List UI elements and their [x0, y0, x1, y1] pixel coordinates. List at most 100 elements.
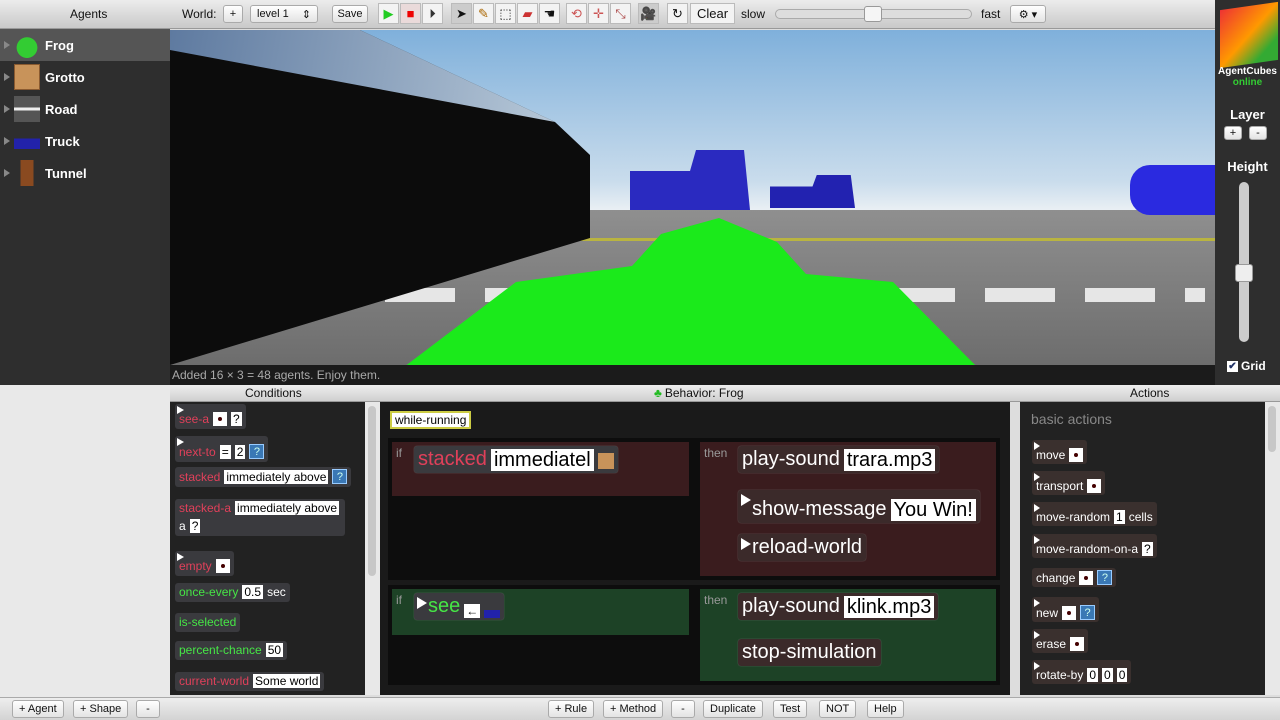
expand-icon[interactable]	[4, 73, 10, 81]
direction-dot[interactable]	[1069, 448, 1084, 462]
eraser-icon[interactable]: ▰	[517, 3, 538, 24]
cells-input[interactable]: 1	[1114, 510, 1125, 524]
sound-select[interactable]: trara.mp3	[843, 449, 936, 471]
expand-triangle-icon[interactable]	[177, 553, 184, 561]
world-select[interactable]: Some world	[253, 674, 321, 688]
expand-triangle-icon[interactable]	[1034, 599, 1040, 607]
action-play-sound[interactable]: play-sound klink.mp3	[738, 593, 939, 620]
help-button[interactable]: Help	[867, 700, 904, 718]
expand-icon[interactable]	[4, 105, 10, 113]
agent-slot[interactable]: ?	[1080, 605, 1096, 620]
number-input[interactable]: 2	[234, 445, 246, 459]
add-agent-button[interactable]: + Agent	[12, 700, 64, 718]
condition-percent-chance[interactable]: percent-chance 50	[175, 641, 288, 660]
action-new[interactable]: new?	[1032, 597, 1100, 622]
operator-select[interactable]: =	[219, 445, 231, 459]
condition-empty[interactable]: empty	[175, 551, 234, 576]
scrollbar-thumb[interactable]	[368, 406, 376, 576]
expand-icon[interactable]	[4, 41, 10, 49]
duplicate-button[interactable]: Duplicate	[703, 700, 763, 718]
expand-triangle-icon[interactable]	[177, 438, 184, 446]
add-method-button[interactable]: + Method	[603, 700, 664, 718]
expand-triangle-icon[interactable]	[1034, 631, 1040, 639]
speed-slider-thumb[interactable]	[864, 6, 882, 22]
rule-1[interactable]: if stacked immediatel then play-sound trar…	[388, 438, 1000, 580]
agent-item-truck[interactable]: Truck	[0, 125, 170, 157]
direction-dot[interactable]	[215, 559, 230, 573]
rotate-z-input[interactable]: 0	[1116, 668, 1128, 682]
action-rotate-by[interactable]: rotate-by 0 0 0	[1032, 660, 1132, 684]
level-select[interactable]: level 1 ⇕	[250, 5, 318, 23]
grid-toggle[interactable]: ✔ Grid	[1227, 359, 1266, 373]
expand-triangle-icon[interactable]	[417, 597, 427, 609]
condition-stacked[interactable]: stacked immediatel	[414, 446, 618, 473]
step-icon[interactable]: ⏵	[422, 3, 443, 24]
height-slider[interactable]	[1235, 182, 1253, 342]
sound-select[interactable]: klink.mp3	[843, 596, 935, 618]
agent-item-frog[interactable]: Frog	[0, 29, 170, 61]
agent-item-road[interactable]: Road	[0, 93, 170, 125]
grotto-icon[interactable]	[597, 453, 614, 469]
action-move-random-on-a[interactable]: move-random-on-a?	[1032, 534, 1157, 558]
action-reload-world[interactable]: reload-world	[738, 534, 867, 561]
expand-triangle-icon[interactable]	[1034, 473, 1040, 481]
stacked-select[interactable]: immediately above	[235, 501, 340, 515]
condition-current-world[interactable]: current-world Some world	[175, 672, 325, 691]
hand-icon[interactable]: ☚	[539, 3, 560, 24]
add-rule-button[interactable]: + Rule	[548, 700, 595, 718]
interval-input[interactable]: 0.5	[242, 585, 264, 599]
expand-triangle-icon[interactable]	[1034, 536, 1040, 544]
reset-icon[interactable]: ↻	[667, 3, 688, 24]
scale-icon[interactable]: ⤡	[610, 3, 631, 24]
action-transport[interactable]: transport	[1032, 471, 1106, 495]
truck-agent[interactable]	[1130, 165, 1215, 215]
condition-once-every[interactable]: once-every 0.5 sec	[175, 583, 290, 602]
add-world-button[interactable]: +	[223, 5, 243, 23]
agent-item-tunnel[interactable]: Tunnel	[0, 157, 170, 189]
checkbox-checked-icon[interactable]: ✔	[1227, 360, 1238, 372]
method-while-running[interactable]: while-running	[390, 411, 472, 429]
remove-agent-button[interactable]: -	[136, 700, 160, 718]
expand-triangle-icon[interactable]	[741, 538, 751, 550]
world-3d-view[interactable]	[170, 30, 1215, 365]
expand-icon[interactable]	[4, 169, 10, 177]
message-input[interactable]: You Win!	[890, 499, 976, 521]
speed-slider[interactable]	[775, 6, 972, 22]
scrollbar-thumb[interactable]	[1268, 406, 1276, 452]
condition-next-to[interactable]: next-to = 2?	[175, 436, 269, 462]
truck-agent[interactable]	[630, 150, 750, 210]
rotate-x-input[interactable]: 0	[1087, 668, 1099, 682]
test-button[interactable]: Test	[773, 700, 808, 718]
expand-triangle-icon[interactable]	[741, 494, 751, 506]
agent-slot[interactable]: ?	[249, 444, 265, 459]
height-slider-thumb[interactable]	[1235, 264, 1253, 282]
actions-scrollbar[interactable]	[1265, 402, 1280, 695]
condition-see-a[interactable]: see-a?	[175, 404, 246, 429]
rotate-icon[interactable]: ⟲	[566, 3, 587, 24]
expand-triangle-icon[interactable]	[1034, 504, 1040, 512]
stacked-select[interactable]: immediatel	[490, 449, 594, 471]
action-erase[interactable]: erase	[1032, 629, 1089, 653]
agent-slot[interactable]: ?	[1142, 542, 1153, 556]
move-icon[interactable]: ✛	[588, 3, 609, 24]
layer-minus-button[interactable]: -	[1249, 126, 1267, 140]
agent-slot[interactable]: ?	[1097, 570, 1113, 585]
agent-item-grotto[interactable]: Grotto	[0, 61, 170, 93]
camera-icon[interactable]: 🎥	[638, 3, 659, 24]
expand-icon[interactable]	[4, 137, 10, 145]
select-rect-icon[interactable]: ⬚	[495, 3, 516, 24]
play-icon[interactable]: ▶	[378, 3, 399, 24]
direction-dot[interactable]	[1079, 571, 1094, 585]
settings-button[interactable]: ⚙ ▾	[1010, 5, 1046, 23]
clear-button[interactable]: Clear	[690, 3, 736, 24]
percent-input[interactable]: 50	[265, 643, 284, 657]
not-button[interactable]: NOT	[819, 700, 857, 718]
arrow-left-icon[interactable]: ←	[464, 604, 481, 618]
remove-rule-button[interactable]: -	[671, 700, 695, 718]
agent-slot[interactable]: ?	[231, 412, 242, 426]
expand-triangle-icon[interactable]	[1034, 662, 1040, 670]
direction-dot[interactable]	[1070, 637, 1085, 651]
truck-icon[interactable]	[484, 602, 501, 618]
pointer-icon[interactable]: ➤	[451, 3, 472, 24]
direction-dot[interactable]	[1062, 606, 1077, 620]
